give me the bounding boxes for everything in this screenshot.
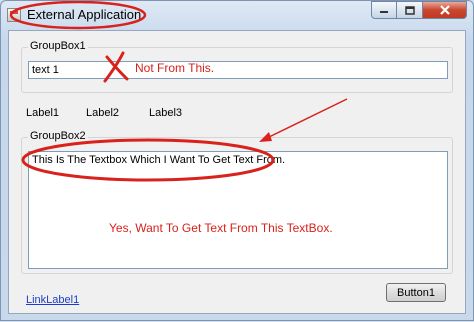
not-from-this-annotation: Not From This. [135,61,215,75]
arrow-head-icon [259,132,272,142]
arrow-line [266,98,348,139]
annotation-overlay [9,1,348,182]
title-circle [9,1,147,30]
cross-mark-icon [103,51,129,83]
application-window: External Application GroupBox1 text 1 La… [0,0,474,321]
yes-annotation: Yes, Want To Get Text From This TextBox. [109,221,333,235]
textbox-circle [21,138,275,182]
